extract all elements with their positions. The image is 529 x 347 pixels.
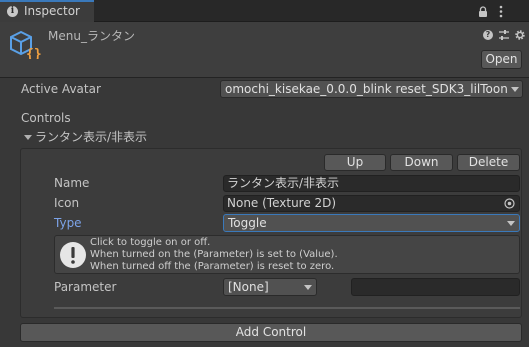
active-avatar-label: Active Avatar xyxy=(21,82,101,96)
help-line-3: When turned off the (Parameter) is reset… xyxy=(90,261,335,272)
control-item-title[interactable]: ランタン表示/非表示 xyxy=(35,130,147,145)
help-line-2: When turned on the (Parameter) is set to… xyxy=(90,249,338,260)
chevron-down-icon xyxy=(507,221,515,226)
type-label: Type xyxy=(54,216,82,230)
object-picker-icon[interactable] xyxy=(504,198,515,209)
type-value: Toggle xyxy=(228,216,267,230)
component-name: Menu_ランタン xyxy=(48,29,135,43)
lock-icon[interactable] xyxy=(478,6,488,18)
parameter-value: [None] xyxy=(228,280,269,294)
help-box: Click to toggle on or off. When turned o… xyxy=(54,235,520,274)
active-avatar-value: omochi_kisekae_0.0.0_blink reset_SDK3_li… xyxy=(225,82,508,96)
icon-field-value: None (Texture 2D) xyxy=(227,196,337,210)
icon-object-field[interactable]: None (Texture 2D) xyxy=(223,195,520,212)
gear-icon[interactable] xyxy=(514,29,526,41)
divider xyxy=(54,307,520,309)
info-icon: i xyxy=(7,6,18,17)
delete-button[interactable]: Delete xyxy=(457,154,520,171)
add-control-button[interactable]: Add Control xyxy=(20,323,522,342)
script-asset-icon: {} xyxy=(10,30,42,59)
svg-text:{}: {} xyxy=(26,47,42,59)
parameter-label: Parameter xyxy=(54,280,117,294)
tab-bar: i Inspector xyxy=(0,0,529,23)
more-vertical-icon[interactable] xyxy=(499,5,503,18)
presets-icon[interactable] xyxy=(498,29,510,41)
help-line-1: Click to toggle on or off. xyxy=(90,237,211,248)
down-button[interactable]: Down xyxy=(390,154,453,171)
open-button[interactable]: Open xyxy=(481,50,522,69)
chevron-down-icon xyxy=(511,87,519,92)
name-field[interactable]: ランタン表示/非表示 xyxy=(223,175,520,192)
icon-label: Icon xyxy=(54,196,80,210)
tab-title: Inspector xyxy=(24,4,80,18)
name-field-value: ランタン表示/非表示 xyxy=(227,176,340,190)
active-avatar-dropdown[interactable]: omochi_kisekae_0.0.0_blink reset_SDK3_li… xyxy=(220,80,523,98)
up-button[interactable]: Up xyxy=(324,154,386,171)
foldout-arrow-icon[interactable] xyxy=(24,135,32,140)
type-dropdown[interactable]: Toggle xyxy=(223,214,520,232)
tab-inspector[interactable]: i Inspector xyxy=(0,0,94,23)
info-message-icon xyxy=(60,242,86,268)
controls-section-label: Controls xyxy=(21,111,71,125)
chevron-down-icon xyxy=(304,285,312,290)
name-label: Name xyxy=(54,176,90,190)
parameter-value-field[interactable] xyxy=(351,278,520,296)
parameter-dropdown[interactable]: [None] xyxy=(223,278,317,296)
help-icon[interactable]: ? xyxy=(483,30,493,40)
